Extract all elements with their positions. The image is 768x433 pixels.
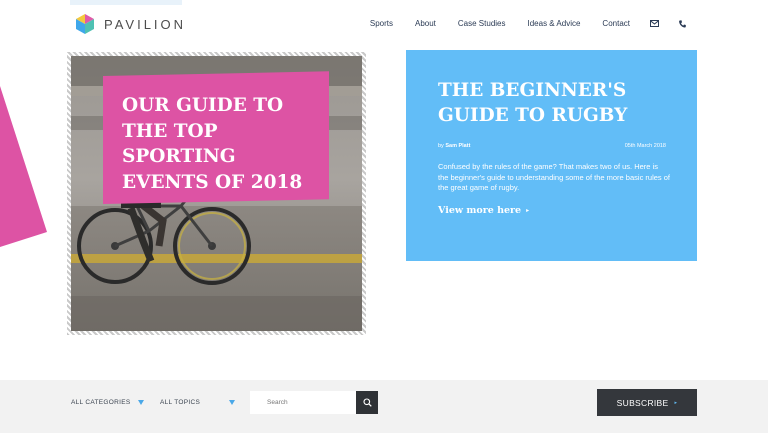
- article-title[interactable]: THE BEGINNER'S GUIDE TO RUGBY: [438, 78, 683, 128]
- filter-bar: ALL CATEGORIES ALL TOPICS SUBSCRIBE ▸: [0, 380, 768, 433]
- categories-label: ALL CATEGORIES: [71, 399, 131, 406]
- article-author: Sam Platt: [445, 143, 471, 149]
- nav-item-about[interactable]: About: [415, 19, 436, 28]
- article-excerpt: Confused by the rules of the game? That …: [438, 162, 670, 192]
- caret-down-icon: [138, 400, 145, 405]
- main-nav: Sports About Case Studies Ideas & Advice…: [348, 19, 686, 28]
- article-byline: by Sam Platt: [438, 143, 470, 149]
- view-more-link[interactable]: View more here ▸: [438, 205, 529, 216]
- byline-prefix: by: [438, 143, 444, 149]
- caret-down-icon: [229, 400, 236, 405]
- categories-dropdown[interactable]: ALL CATEGORIES: [71, 399, 145, 406]
- chevron-right-icon: ▸: [526, 207, 530, 214]
- pavilion-logo-icon: [76, 14, 94, 34]
- topics-dropdown[interactable]: ALL TOPICS: [160, 399, 236, 406]
- article-meta: by Sam Platt 05th March 2018: [438, 143, 666, 149]
- featured-article-title[interactable]: OUR GUIDE TO THE TOP SPORTING EVENTS OF …: [122, 93, 322, 195]
- nav-item-ideas-advice[interactable]: Ideas & Advice: [528, 19, 581, 28]
- view-more-label: View more here: [438, 205, 522, 216]
- rugby-article-card[interactable]: THE BEGINNER'S GUIDE TO RUGBY by Sam Pla…: [406, 50, 697, 261]
- topics-label: ALL TOPICS: [160, 399, 201, 406]
- chevron-right-icon: ▸: [674, 399, 678, 406]
- search-button[interactable]: [356, 391, 378, 414]
- nav-item-sports[interactable]: Sports: [370, 19, 393, 28]
- subscribe-label: SUBSCRIBE: [616, 397, 669, 408]
- search-box: [250, 391, 378, 414]
- top-accent-bar: [70, 0, 182, 5]
- phone-icon[interactable]: [679, 19, 686, 28]
- decorative-pink-shape: [0, 86, 47, 247]
- brand-name: PAVILION: [104, 16, 187, 32]
- search-input[interactable]: [250, 391, 356, 414]
- search-icon: [362, 398, 372, 407]
- nav-item-case-studies[interactable]: Case Studies: [458, 19, 506, 28]
- article-date: 05th March 2018: [624, 143, 666, 149]
- nav-item-contact[interactable]: Contact: [602, 19, 630, 28]
- subscribe-button[interactable]: SUBSCRIBE ▸: [597, 389, 697, 416]
- brand-logo[interactable]: PAVILION: [75, 13, 186, 35]
- envelope-icon[interactable]: [650, 20, 659, 27]
